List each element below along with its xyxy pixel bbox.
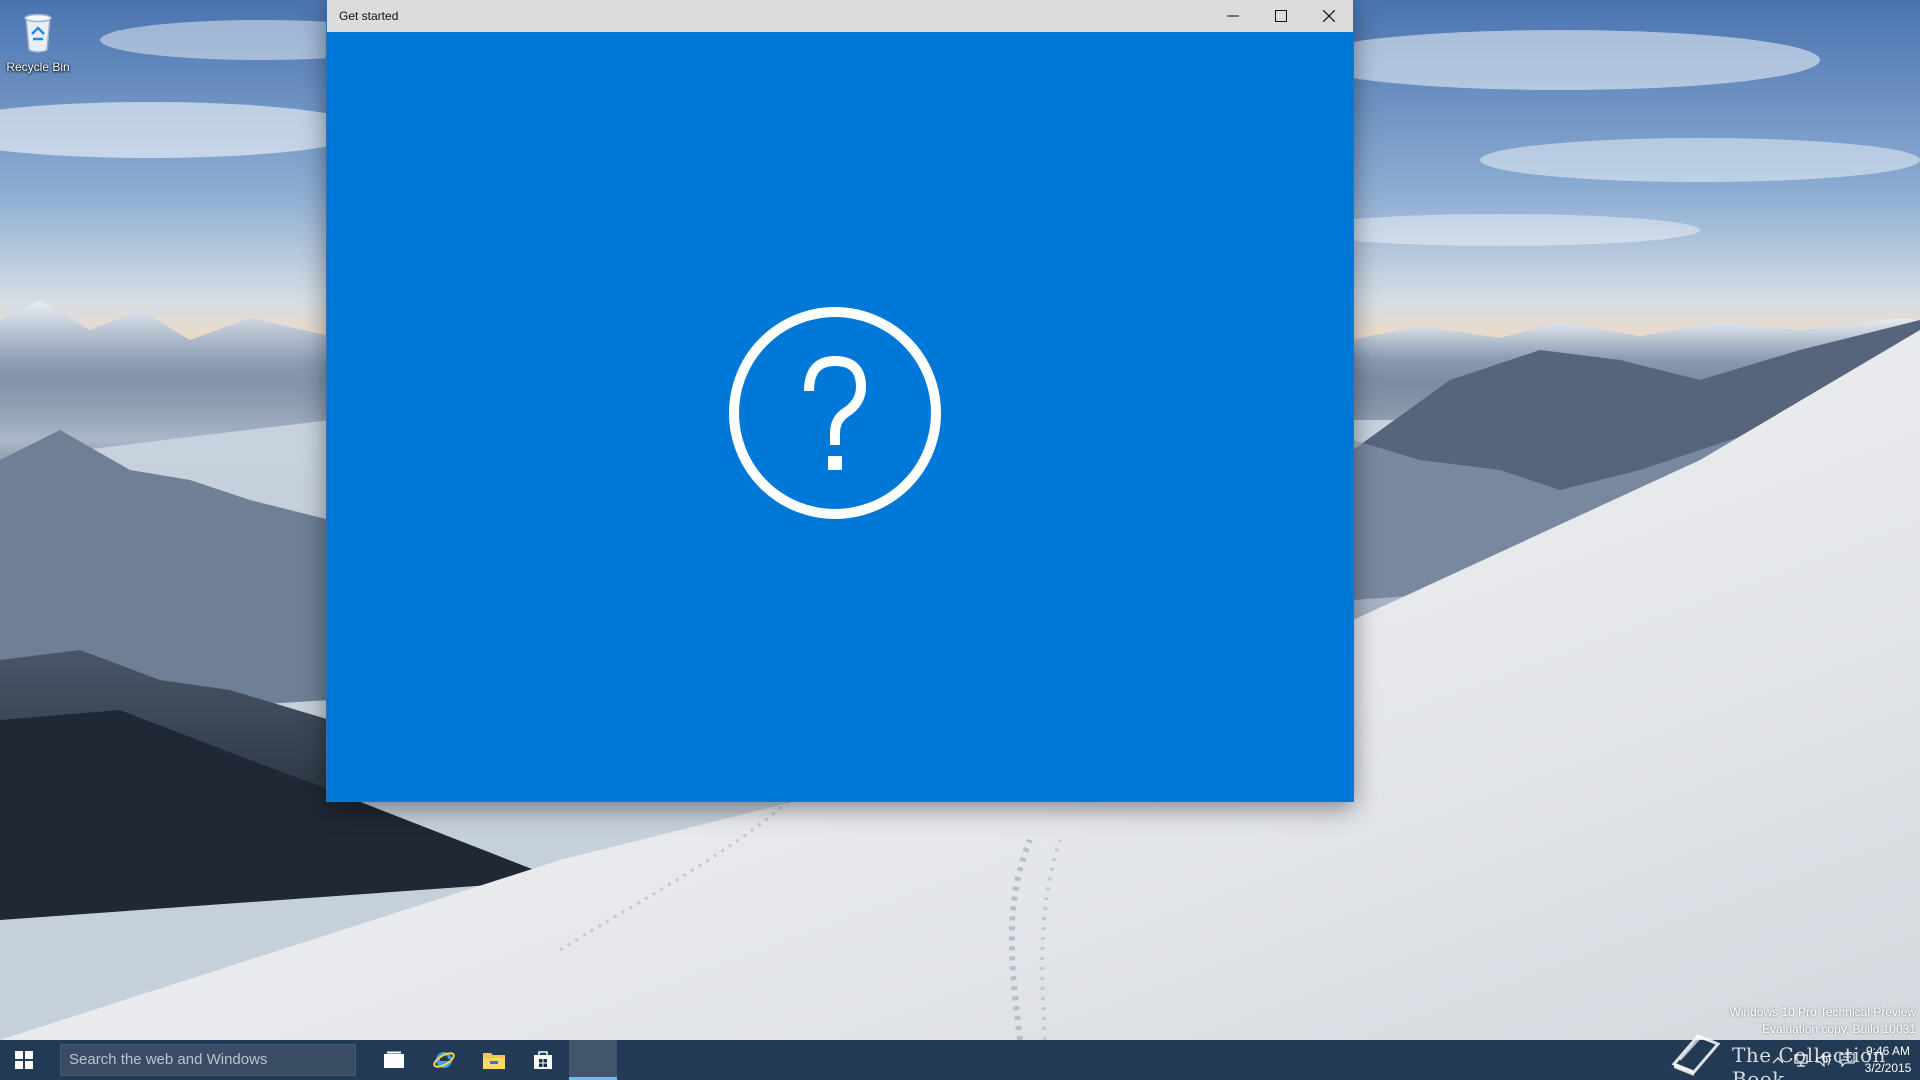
- brand-watermark: The Collection Book: [1668, 1028, 1918, 1080]
- minimize-button[interactable]: [1209, 0, 1257, 32]
- window-title: Get started: [339, 9, 399, 23]
- desktop-icon-recycle-bin[interactable]: Recycle Bin: [4, 8, 72, 78]
- taskbar-app-store[interactable]: [519, 1040, 567, 1080]
- window-content: [327, 32, 1353, 801]
- search-placeholder: Search the web and Windows: [69, 1051, 268, 1068]
- watermark-line-1: Windows 10 Pro Technical Preview: [1729, 1005, 1916, 1019]
- book-logo-icon: [1671, 1034, 1721, 1076]
- taskbar-app-file-explorer[interactable]: [470, 1040, 518, 1080]
- minimize-icon: [1227, 15, 1239, 17]
- maximize-button[interactable]: [1257, 0, 1305, 32]
- start-button[interactable]: [0, 1040, 48, 1080]
- taskbar-app-internet-explorer[interactable]: [420, 1040, 468, 1080]
- task-view-icon: [384, 1051, 404, 1068]
- get-started-window[interactable]: Get started: [327, 0, 1353, 801]
- window-titlebar[interactable]: Get started: [327, 0, 1353, 32]
- taskbar-app-get-started[interactable]: [569, 1040, 617, 1080]
- file-explorer-icon: [483, 1053, 505, 1069]
- close-button[interactable]: [1305, 0, 1353, 32]
- windows-logo-icon: [15, 1051, 33, 1069]
- search-input[interactable]: Search the web and Windows: [60, 1044, 356, 1076]
- close-icon: [1323, 10, 1335, 22]
- desktop: Recycle Bin Get started Windows 10 Pro T…: [0, 0, 1920, 1080]
- taskbar-app-task-view[interactable]: [370, 1040, 418, 1080]
- taskbar: Search the web and Windows 9:46 AM 3/2/2…: [0, 1040, 1920, 1080]
- brand-text: The Collection Book: [1732, 1043, 1886, 1080]
- recycle-bin-icon: [24, 13, 52, 53]
- help-circle-icon: [729, 307, 941, 519]
- maximize-icon: [1275, 10, 1287, 22]
- store-icon: [534, 1051, 552, 1069]
- desktop-icon-label: Recycle Bin: [6, 60, 70, 74]
- internet-explorer-icon: [433, 1051, 455, 1068]
